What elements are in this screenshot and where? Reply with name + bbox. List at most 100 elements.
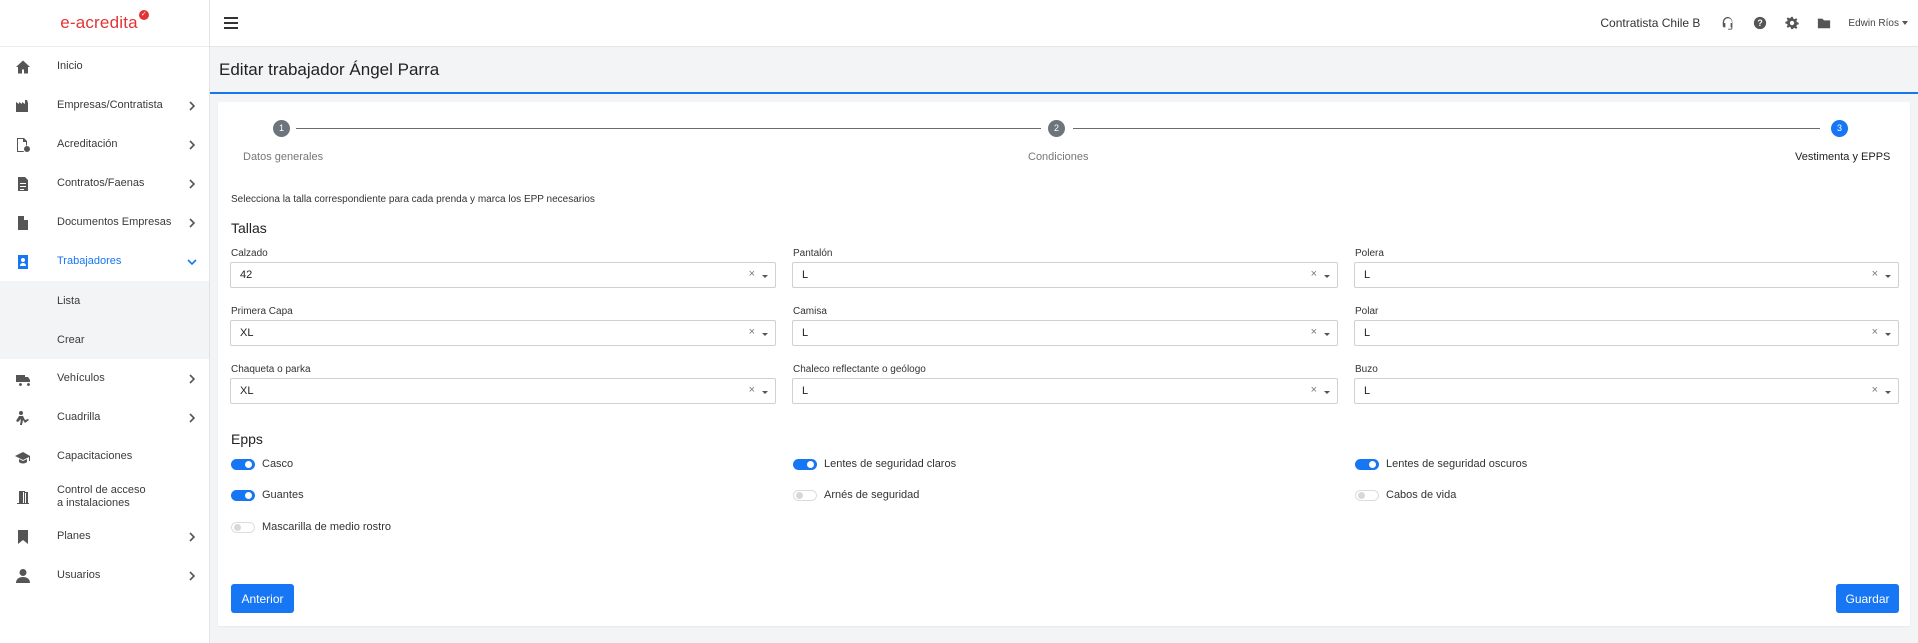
epp-toggle-cabos[interactable]: Cabos de vida bbox=[1355, 489, 1456, 501]
page-title-bar: Editar trabajador Ángel Parra bbox=[210, 48, 1918, 94]
select-calzado[interactable]: 42 × bbox=[230, 262, 776, 288]
user-icon bbox=[14, 567, 32, 585]
previous-button[interactable]: Anterior bbox=[231, 584, 294, 613]
sidebar-item-label: Capacitaciones bbox=[57, 450, 133, 462]
chevron-down-icon bbox=[1324, 275, 1330, 278]
select-value: 42 bbox=[240, 269, 253, 281]
select-polera[interactable]: L × bbox=[1354, 262, 1899, 288]
toggle-switch[interactable] bbox=[1355, 458, 1379, 470]
clear-icon[interactable]: × bbox=[749, 326, 755, 338]
folder-icon[interactable] bbox=[1816, 15, 1832, 31]
clear-icon[interactable]: × bbox=[749, 384, 755, 396]
gear-icon[interactable] bbox=[1784, 15, 1800, 31]
sidebar-item-label-line2: a instalaciones bbox=[57, 496, 130, 509]
sidebar-item-trabajadores[interactable]: Trabajadores bbox=[0, 242, 209, 281]
epp-toggle-arnes[interactable]: Arnés de seguridad bbox=[793, 489, 919, 501]
bookmark-icon bbox=[14, 528, 32, 546]
toggle-switch[interactable] bbox=[1355, 489, 1379, 501]
sidebar-item-contratos[interactable]: Contratos/Faenas bbox=[0, 164, 209, 203]
epp-label: Lentes de seguridad claros bbox=[824, 458, 957, 470]
field-label-calzado: Calzado bbox=[231, 248, 268, 259]
chevron-right-icon bbox=[187, 100, 197, 111]
step-1-dot[interactable]: 1 bbox=[273, 120, 290, 137]
epp-label: Mascarilla de medio rostro bbox=[262, 521, 391, 533]
sidebar-item-cuadrilla[interactable]: Cuadrilla bbox=[0, 398, 209, 437]
top-header: Contratista Chile B ? Edwin Ríos bbox=[210, 0, 1918, 47]
clear-icon[interactable]: × bbox=[1872, 326, 1878, 338]
chevron-down-icon bbox=[762, 333, 768, 336]
sidebar-item-empresas[interactable]: Empresas/Contratista bbox=[0, 86, 209, 125]
step-2-dot[interactable]: 2 bbox=[1048, 120, 1065, 137]
sidebar-item-vehiculos[interactable]: Vehículos bbox=[0, 359, 209, 398]
select-value: XL bbox=[240, 385, 254, 397]
chevron-down-icon bbox=[762, 275, 768, 278]
sidebar-item-planes[interactable]: Planes bbox=[0, 517, 209, 556]
header-right: Contratista Chile B ? Edwin Ríos bbox=[1600, 15, 1918, 31]
user-name: Edwin Ríos bbox=[1848, 17, 1899, 29]
help-icon[interactable]: ? bbox=[1752, 15, 1768, 31]
toggle-switch[interactable] bbox=[231, 489, 255, 501]
worker-badge-icon bbox=[14, 253, 32, 271]
chevron-down-icon bbox=[187, 257, 197, 267]
save-button[interactable]: Guardar bbox=[1836, 584, 1899, 613]
sidebar-item-documentos[interactable]: Documentos Empresas bbox=[0, 203, 209, 242]
sidebar-item-acreditacion[interactable]: Acreditación bbox=[0, 125, 209, 164]
home-icon bbox=[14, 58, 32, 76]
epp-toggle-mascarilla[interactable]: Mascarilla de medio rostro bbox=[231, 521, 391, 533]
toggle-switch[interactable] bbox=[231, 458, 255, 470]
select-chaqueta[interactable]: XL × bbox=[230, 378, 776, 404]
chevron-right-icon bbox=[187, 373, 197, 384]
sidebar-item-capacitaciones[interactable]: Capacitaciones bbox=[0, 437, 209, 476]
chevron-down-icon bbox=[1324, 391, 1330, 394]
epp-toggle-lentes-claros[interactable]: Lentes de seguridad claros bbox=[793, 458, 956, 470]
select-pantalon[interactable]: L × bbox=[792, 262, 1338, 288]
select-chaleco[interactable]: L × bbox=[792, 378, 1338, 404]
chevron-down-icon bbox=[1324, 333, 1330, 336]
toggle-switch[interactable] bbox=[231, 521, 255, 533]
chevron-right-icon bbox=[187, 217, 197, 228]
epp-toggle-lentes-oscuros[interactable]: Lentes de seguridad oscuros bbox=[1355, 458, 1527, 470]
epp-label: Lentes de seguridad oscuros bbox=[1386, 458, 1528, 470]
clear-icon[interactable]: × bbox=[1872, 384, 1878, 396]
epp-toggle-casco[interactable]: Casco bbox=[231, 458, 293, 470]
sidebar-item-control-acceso[interactable]: Control de acceso a instalaciones bbox=[0, 476, 209, 517]
chevron-down-icon bbox=[1885, 333, 1891, 336]
chevron-right-icon bbox=[187, 412, 197, 423]
logo[interactable]: e-acredita ✓ bbox=[0, 0, 209, 47]
hamburger-menu-icon[interactable] bbox=[224, 17, 238, 29]
select-camisa[interactable]: L × bbox=[792, 320, 1338, 346]
select-primera-capa[interactable]: XL × bbox=[230, 320, 776, 346]
epp-label: Casco bbox=[262, 458, 294, 470]
sidebar-item-label: Inicio bbox=[57, 60, 83, 72]
toggle-switch[interactable] bbox=[793, 489, 817, 501]
headset-icon[interactable] bbox=[1720, 15, 1736, 31]
sidebar-item-inicio[interactable]: Inicio bbox=[0, 47, 209, 86]
user-menu[interactable]: Edwin Ríos bbox=[1848, 18, 1908, 29]
step-2-label: Condiciones bbox=[1028, 151, 1089, 163]
sidebar-subitem-crear[interactable]: Crear bbox=[0, 320, 209, 359]
sidebar-item-usuarios[interactable]: Usuarios bbox=[0, 556, 209, 595]
field-label-pantalon: Pantalón bbox=[793, 248, 833, 259]
select-value: L bbox=[802, 269, 809, 281]
accreditation-icon bbox=[14, 136, 32, 154]
clear-icon[interactable]: × bbox=[1311, 326, 1317, 338]
step-3-dot[interactable]: 3 bbox=[1831, 120, 1848, 137]
clear-icon[interactable]: × bbox=[749, 268, 755, 280]
select-buzo[interactable]: L × bbox=[1354, 378, 1899, 404]
sidebar-subitem-lista[interactable]: Lista bbox=[0, 281, 209, 320]
form-card: 1 2 3 Datos generales Condiciones Vestim… bbox=[218, 102, 1910, 626]
clear-icon[interactable]: × bbox=[1311, 268, 1317, 280]
step-connector bbox=[296, 128, 1041, 129]
clear-icon[interactable]: × bbox=[1311, 384, 1317, 396]
field-label-polar: Polar bbox=[1355, 306, 1379, 317]
page-title: Editar trabajador Ángel Parra bbox=[219, 60, 440, 79]
field-label-chaleco: Chaleco reflectante o geólogo bbox=[793, 364, 926, 375]
select-value: L bbox=[802, 385, 809, 397]
chevron-right-icon bbox=[187, 178, 197, 189]
clear-icon[interactable]: × bbox=[1872, 268, 1878, 280]
field-label-buzo: Buzo bbox=[1355, 364, 1378, 375]
graduation-cap-icon bbox=[14, 448, 32, 466]
toggle-switch[interactable] bbox=[793, 458, 817, 470]
select-polar[interactable]: L × bbox=[1354, 320, 1899, 346]
epp-toggle-guantes[interactable]: Guantes bbox=[231, 489, 304, 501]
